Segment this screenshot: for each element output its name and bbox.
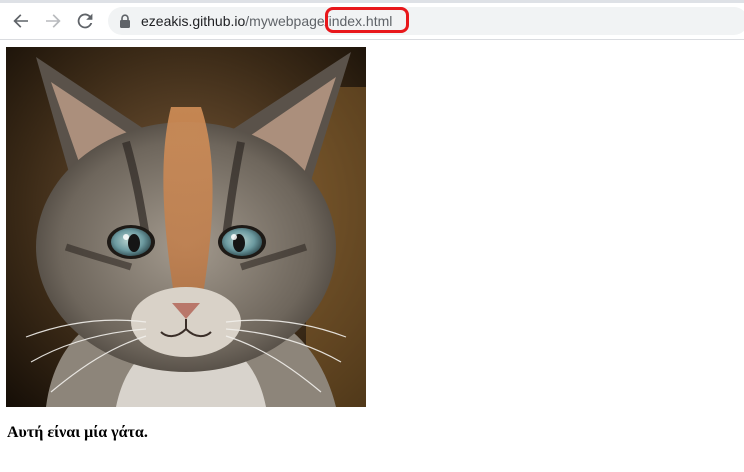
reload-icon — [77, 13, 93, 29]
lock-icon — [120, 14, 130, 28]
address-bar[interactable]: ezeakis.github.io/mywebpage/index.html — [108, 7, 744, 35]
arrow-right-icon — [46, 14, 61, 28]
cat-illustration — [6, 47, 366, 407]
browser-toolbar: ezeakis.github.io/mywebpage/index.html — [0, 0, 744, 40]
cat-image — [6, 47, 366, 407]
url-file: index.html — [328, 13, 393, 29]
page-content: Αυτή είναι μία γάτα. — [0, 40, 744, 472]
reload-button[interactable] — [73, 9, 97, 33]
page-caption: Αυτή είναι μία γάτα. — [7, 424, 148, 441]
url-path: /mywebpage/ — [245, 13, 329, 29]
tabstrip-edge — [0, 0, 744, 3]
url-host: ezeakis.github.io — [141, 13, 246, 29]
forward-button[interactable] — [41, 9, 65, 33]
url-text: ezeakis.github.io/mywebpage/index.html — [141, 12, 392, 30]
arrow-left-icon — [13, 14, 28, 28]
back-button[interactable] — [9, 9, 33, 33]
